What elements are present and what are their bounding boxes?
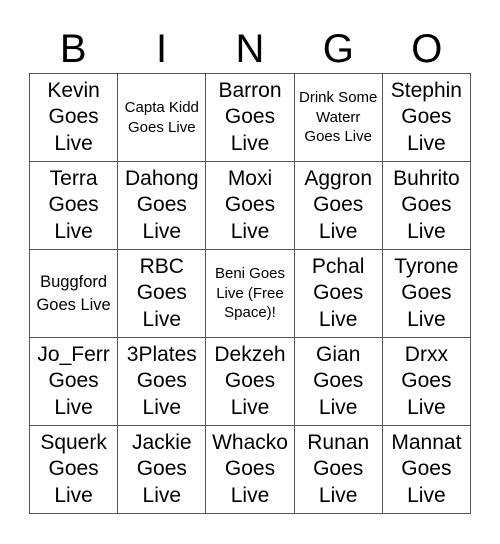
cell-text: Mannat Goes Live [391, 430, 462, 507]
bingo-cell[interactable]: Drxx Goes Live [382, 338, 471, 426]
cell-text: Squerk Goes Live [40, 430, 107, 507]
cell-text: 3Plates Goes Live [126, 342, 197, 419]
cell-text: Tyrone Goes Live [394, 254, 459, 331]
cell-text: Dekzeh Goes Live [214, 342, 286, 419]
header-letter-b: B [59, 27, 87, 71]
cell-text: Beni Goes Live (Free Space)! [214, 265, 286, 322]
cell-text: Aggron Goes Live [304, 166, 373, 243]
header-letter-o: O [411, 27, 443, 71]
bingo-cell[interactable]: Kevin Goes Live [30, 74, 119, 162]
cell-text: Drink Some Waterr Goes Live [299, 89, 378, 146]
bingo-cell[interactable]: Tyrone Goes Live [382, 250, 471, 338]
cell-text: Pchal Goes Live [311, 254, 365, 331]
bingo-cell[interactable]: Gian Goes Live [294, 338, 383, 426]
cell-text: Drxx Goes Live [401, 342, 452, 419]
bingo-cell[interactable]: Jo_Ferr Goes Live [30, 338, 119, 426]
cell-text: Kevin Goes Live [47, 78, 100, 155]
cell-text: Jo_Ferr Goes Live [37, 342, 110, 419]
cell-text: Buggford Goes Live [36, 272, 111, 314]
bingo-cell[interactable]: Aggron Goes Live [294, 162, 383, 250]
bingo-header: B I N G O [29, 26, 471, 72]
bingo-cell[interactable]: Stephin Goes Live [382, 74, 471, 162]
bingo-cell[interactable]: Buhrito Goes Live [382, 162, 471, 250]
cell-text: Terra Goes Live [48, 166, 99, 243]
cell-text: Buhrito Goes Live [393, 166, 460, 243]
bingo-cell[interactable]: Dahong Goes Live [118, 162, 207, 250]
cell-text: Barron Goes Live [218, 78, 282, 155]
bingo-cell[interactable]: Runan Goes Live [294, 426, 383, 514]
cell-text: Jackie Goes Live [132, 430, 192, 507]
bingo-cell[interactable]: Terra Goes Live [30, 162, 119, 250]
cell-text: Gian Goes Live [313, 342, 364, 419]
bingo-cell[interactable]: RBC Goes Live [118, 250, 207, 338]
cell-text: Stephin Goes Live [390, 78, 462, 155]
bingo-cell[interactable]: Drink Some Waterr Goes Live [294, 74, 383, 162]
cell-text: RBC Goes Live [136, 254, 187, 331]
bingo-grid: Kevin Goes Live Capta Kidd Goes Live Bar… [29, 73, 471, 514]
free-space-cell[interactable]: Beni Goes Live (Free Space)! [206, 250, 295, 338]
cell-text: Moxi Goes Live [224, 166, 276, 243]
bingo-cell[interactable]: Jackie Goes Live [118, 426, 207, 514]
bingo-cell[interactable]: Dekzeh Goes Live [206, 338, 295, 426]
bingo-cell[interactable]: Mannat Goes Live [382, 426, 471, 514]
cell-text: Dahong Goes Live [125, 166, 199, 243]
cell-text: Capta Kidd Goes Live [124, 99, 199, 136]
bingo-cell[interactable]: Whacko Goes Live [206, 426, 295, 514]
header-letter-i: I [156, 27, 168, 71]
bingo-cell[interactable]: Barron Goes Live [206, 74, 295, 162]
header-letter-g: G [322, 27, 354, 71]
bingo-cell[interactable]: 3Plates Goes Live [118, 338, 207, 426]
bingo-cell[interactable]: Moxi Goes Live [206, 162, 295, 250]
bingo-cell[interactable]: Squerk Goes Live [30, 426, 119, 514]
bingo-cell[interactable]: Capta Kidd Goes Live [118, 74, 207, 162]
bingo-cell[interactable]: Pchal Goes Live [294, 250, 383, 338]
header-letter-n: N [235, 27, 265, 71]
cell-text: Whacko Goes Live [212, 430, 288, 507]
cell-text: Runan Goes Live [307, 430, 370, 507]
bingo-cell[interactable]: Buggford Goes Live [30, 250, 119, 338]
